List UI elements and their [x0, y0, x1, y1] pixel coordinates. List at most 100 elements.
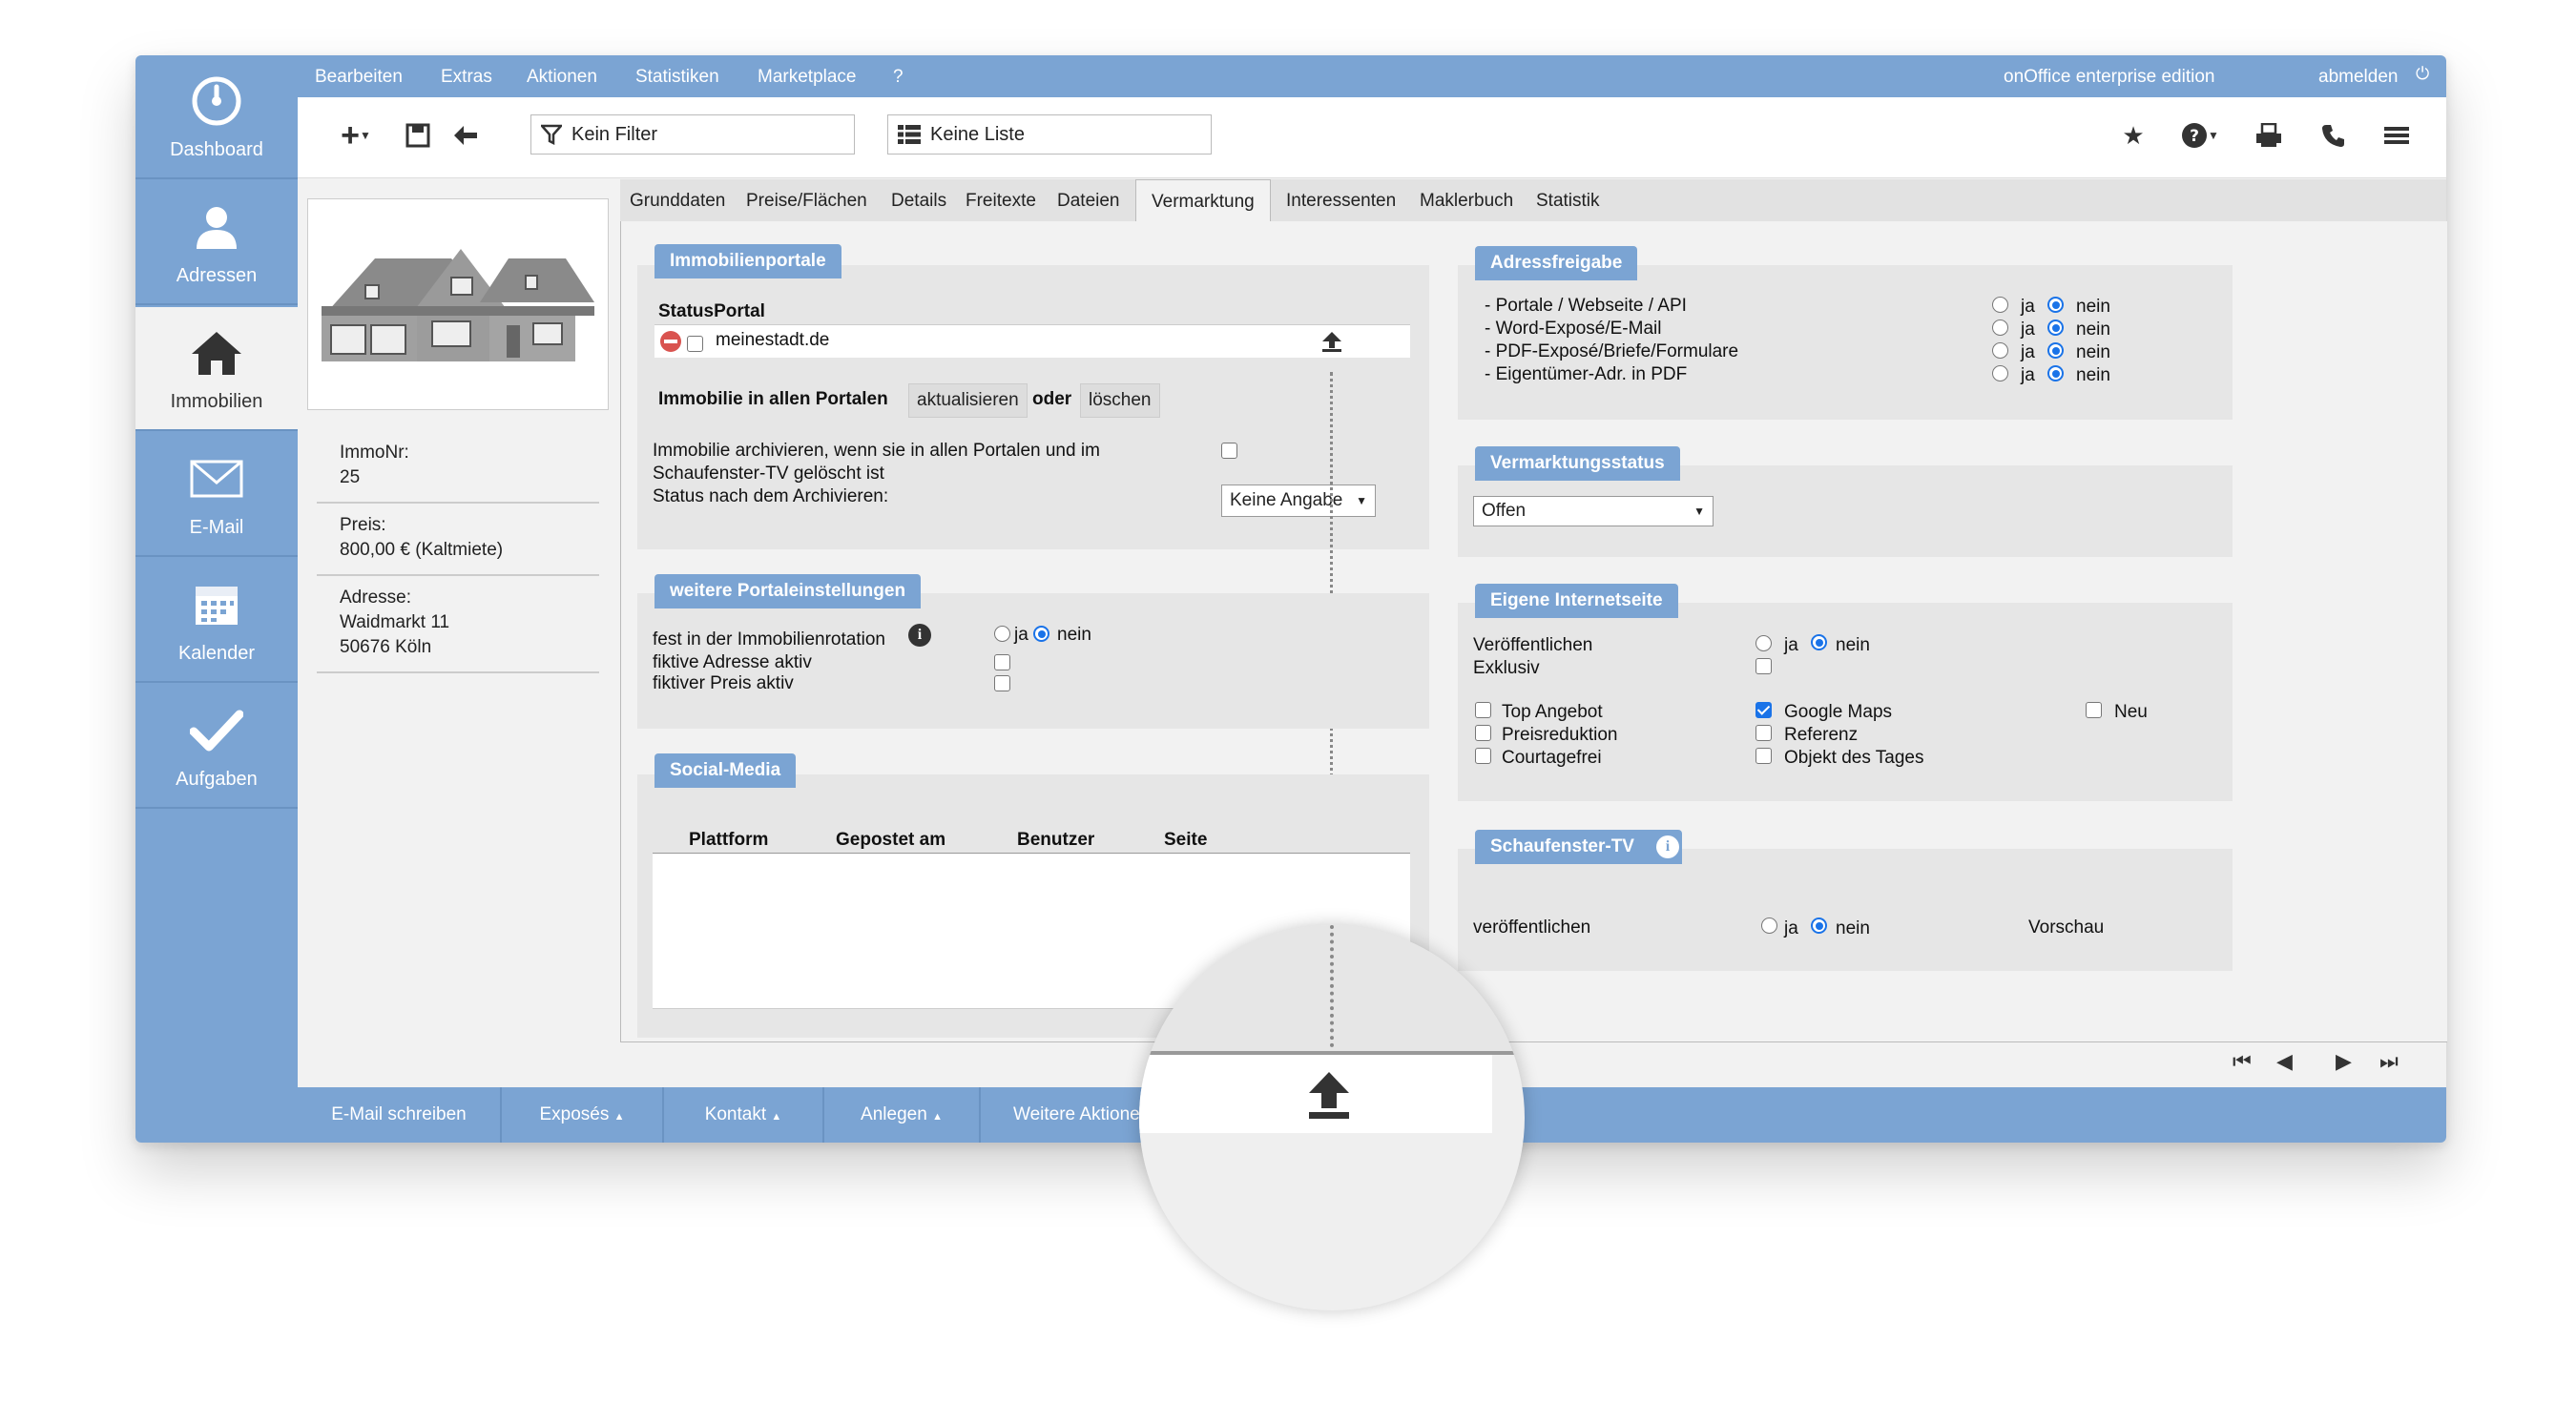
menu-statistiken[interactable]: Statistiken [635, 67, 719, 88]
preview-link[interactable]: Vorschau [2028, 917, 2104, 938]
tab-vermarktung[interactable]: Vermarktung [1135, 179, 1271, 221]
sidebar-item-kalender[interactable]: Kalender [135, 559, 298, 683]
weitere-title: weitere Portaleinstellungen [654, 574, 922, 608]
publish-no-radio[interactable] [1811, 634, 1827, 650]
delete-button[interactable]: löschen [1080, 383, 1160, 418]
menu-button[interactable] [2378, 116, 2416, 155]
power-icon[interactable]: ⏻ [2416, 64, 2429, 84]
google-maps-checkbox[interactable] [1755, 702, 1772, 718]
sidebar-item-aufgaben[interactable]: Aufgaben [135, 685, 298, 809]
vermarktungsstatus-value: Offen [1482, 501, 1527, 521]
tab-interessenten[interactable]: Interessenten [1286, 191, 1396, 212]
exclusive-checkbox[interactable] [1755, 658, 1772, 674]
menu-extras[interactable]: Extras [441, 67, 492, 88]
tab-freitexte[interactable]: Freitexte [966, 191, 1036, 212]
preisreduktion-checkbox[interactable] [1475, 725, 1491, 741]
tab-dateien[interactable]: Dateien [1057, 191, 1120, 212]
vermarktungsstatus-select[interactable]: Offen ▼ [1473, 496, 1714, 526]
upload-icon[interactable] [1320, 330, 1343, 353]
neu-checkbox[interactable] [2086, 702, 2102, 718]
kontakt-button[interactable]: Kontakt ▲ [664, 1087, 824, 1143]
rotation-yes-radio[interactable] [994, 626, 1010, 642]
freigabe-owner-yes-radio[interactable] [1992, 365, 2008, 381]
menu-aktionen[interactable]: Aktionen [527, 67, 597, 88]
freigabe-word-yes-radio[interactable] [1992, 320, 2008, 336]
social-col-seite: Seite [1164, 830, 1208, 850]
menu-bearbeiten[interactable]: Bearbeiten [315, 67, 403, 88]
freigabe-owner-no-radio[interactable] [2047, 365, 2064, 381]
sidebar-item-email[interactable]: E-Mail [135, 433, 298, 557]
schaufenster-yes-radio[interactable] [1761, 917, 1777, 934]
publish-no-label: nein [1836, 635, 1870, 655]
back-button[interactable] [448, 116, 483, 155]
phone-button[interactable] [2315, 116, 2353, 155]
fictive-address-checkbox[interactable] [994, 654, 1010, 670]
tab-grunddaten[interactable]: Grunddaten [630, 191, 725, 212]
sidebar: Dashboard Adressen Immobilien E-Mail Kal… [135, 55, 298, 1143]
portal-checkbox[interactable] [687, 336, 703, 352]
sidebar-item-immobilien[interactable]: Immobilien [135, 307, 298, 431]
kontakt-label: Kontakt [704, 1104, 767, 1124]
neu-label: Neu [2114, 702, 2148, 722]
referenz-checkbox[interactable] [1755, 725, 1772, 741]
objekt-des-tages-checkbox[interactable] [1755, 748, 1772, 764]
person-icon [135, 198, 298, 256]
anlegen-button[interactable]: Anlegen ▲ [824, 1087, 981, 1143]
favorite-button[interactable]: ★ [2114, 116, 2152, 155]
sidebar-item-adressen[interactable]: Adressen [135, 181, 298, 305]
filter-dropdown[interactable]: Kein Filter [530, 114, 855, 155]
freigabe-pdf-yes-radio[interactable] [1992, 342, 2008, 359]
tab-statistik[interactable]: Statistik [1536, 191, 1600, 212]
update-button[interactable]: aktualisieren [908, 383, 1028, 418]
menu-help[interactable]: ? [893, 67, 904, 88]
tab-maklerbuch[interactable]: Maklerbuch [1420, 191, 1513, 212]
immo-nr-label: ImmoNr: [340, 443, 409, 463]
courtagefrei-checkbox[interactable] [1475, 748, 1491, 764]
help-button[interactable]: ? ▼ [2171, 116, 2229, 155]
floppy-icon [405, 123, 430, 148]
freigabe-pdf-no-radio[interactable] [2047, 342, 2064, 359]
first-page-button[interactable]: ⏮ [2233, 1049, 2252, 1074]
delete-portal-icon[interactable] [660, 331, 681, 352]
save-button[interactable] [401, 116, 435, 155]
prev-page-button[interactable]: ◀ [2276, 1049, 2293, 1074]
toolbar: + ▼ Kein Filter Keine Liste ★ ? ▼ [298, 97, 2446, 178]
publish-yes-radio[interactable] [1755, 635, 1772, 651]
tab-preise-flaechen[interactable]: Preise/Flächen [746, 191, 867, 212]
info-icon[interactable]: i [1656, 835, 1679, 858]
last-page-button[interactable]: ⏭ [2379, 1049, 2399, 1074]
sidebar-item-dashboard[interactable]: Dashboard [135, 55, 298, 179]
caret-up-icon: ▲ [932, 1111, 943, 1123]
schaufenster-no-radio[interactable] [1811, 917, 1827, 934]
menu-marketplace[interactable]: Marketplace [758, 67, 857, 88]
list-dropdown[interactable]: Keine Liste [887, 114, 1212, 155]
zoom-magnifier [1139, 925, 1525, 1310]
freigabe-no-label: nein [2076, 365, 2110, 385]
freigabe-word-no-radio[interactable] [2047, 320, 2064, 336]
exposes-button[interactable]: Exposés ▲ [502, 1087, 664, 1143]
archive-checkbox[interactable] [1221, 443, 1237, 459]
adressfreigabe-title: Adressfreigabe [1475, 246, 1638, 280]
freigabe-portale-yes-radio[interactable] [1992, 297, 2008, 313]
logout-link[interactable]: abmelden [2318, 67, 2398, 88]
top-angebot-checkbox[interactable] [1475, 702, 1491, 718]
freigabe-row-owner: - Eigentümer-Adr. in PDF [1485, 364, 1688, 384]
email-write-button[interactable]: E-Mail schreiben [298, 1087, 502, 1143]
edition-label: onOffice enterprise edition [2004, 67, 2215, 87]
archive-status-select[interactable]: Keine Angabe ▼ [1221, 485, 1376, 517]
upload-icon[interactable] [1305, 1070, 1353, 1122]
sidebar-item-label: Adressen [176, 265, 258, 286]
next-page-button[interactable]: ▶ [2336, 1049, 2352, 1074]
rotation-no-radio[interactable] [1033, 626, 1049, 642]
freigabe-portale-no-radio[interactable] [2047, 297, 2064, 313]
info-icon[interactable]: i [908, 624, 931, 647]
print-button[interactable] [2250, 116, 2288, 155]
property-image[interactable] [307, 198, 609, 410]
all-portals-label: Immobilie in allen Portalen [658, 389, 888, 409]
price-block: Preis: 800,00 € (Kaltmiete) [317, 513, 599, 576]
add-button[interactable]: + ▼ [332, 116, 380, 155]
tab-details[interactable]: Details [891, 191, 946, 212]
house-photo [308, 199, 608, 409]
fictive-price-checkbox[interactable] [994, 675, 1010, 691]
freigabe-no-label: nein [2076, 342, 2110, 362]
